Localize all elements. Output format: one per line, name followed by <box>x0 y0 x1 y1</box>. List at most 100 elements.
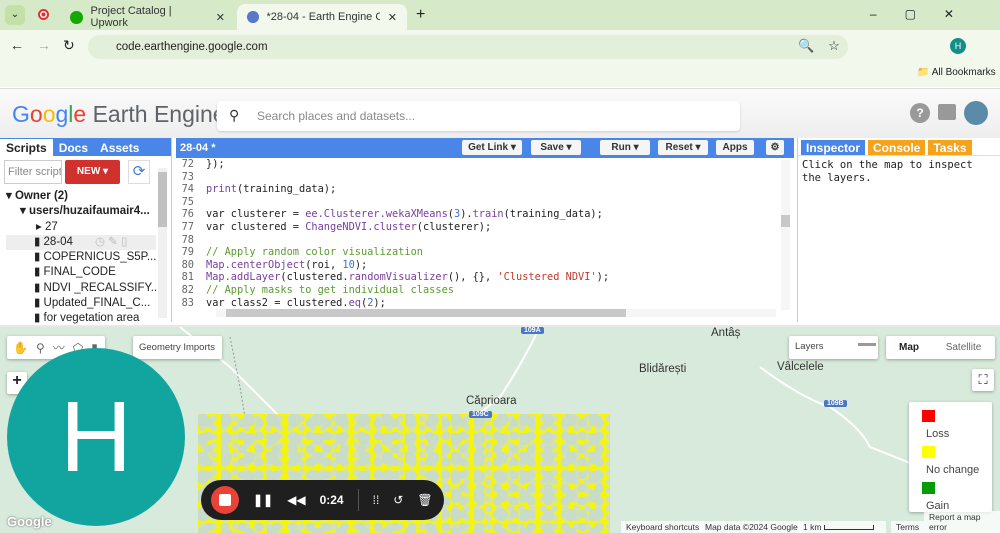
script-label: FINAL_CODE <box>43 266 116 279</box>
close-icon[interactable]: ✕ <box>388 11 397 24</box>
save-label: Save <box>540 142 564 153</box>
tab-upwork[interactable]: Project Catalog | Upwork ✕ <box>60 4 235 30</box>
place-label: Vâlcelele <box>777 361 824 373</box>
code-line[interactable]: 79 // Apply random color visualization <box>176 246 781 259</box>
code-line[interactable]: 75 <box>176 196 781 209</box>
account-avatar[interactable] <box>964 101 988 125</box>
code-token: print <box>206 183 237 196</box>
run-button[interactable]: Run ▾ <box>600 140 650 155</box>
google-logo: Google <box>7 514 52 529</box>
code-line[interactable]: 81 Map.addLayer (clustered. randomVisualize… <box>176 271 781 284</box>
geometry-imports-button[interactable]: Geometry Imports <box>133 336 222 359</box>
forward-icon[interactable]: → <box>37 37 51 53</box>
search-input[interactable]: ⚲ Search places and datasets... <box>217 101 740 131</box>
code-line[interactable]: 77 var clustered = ChangeNDVI.cluster (clu… <box>176 221 781 234</box>
save-button[interactable]: Save ▾ <box>531 140 581 155</box>
new-tab-button[interactable]: + <box>416 6 425 24</box>
keyboard-shortcuts-link[interactable]: Keyboard shortcuts <box>621 521 705 533</box>
line-number: 76 <box>181 208 194 221</box>
terms-link[interactable]: Terms <box>891 521 925 533</box>
tab-console[interactable]: Console <box>868 140 926 155</box>
url-field[interactable]: code.earthengine.google.com <box>88 35 848 59</box>
tab-tasks[interactable]: Tasks <box>928 140 972 155</box>
earth-engine-icon <box>247 11 259 23</box>
code-token: (), {}, <box>447 271 498 284</box>
code-line[interactable]: 83 var class2 = clustered. eq(2); <box>176 297 781 308</box>
code-line[interactable]: 72}); <box>176 158 781 171</box>
legend-label: Loss <box>926 428 950 440</box>
tree-folder[interactable]: ▸ 27 <box>6 220 156 235</box>
address-bar-area: ← → ↻ code.earthengine.google.com 🔍☆ H 📁… <box>0 30 1000 87</box>
horizontal-scrollbar[interactable] <box>216 309 776 317</box>
get-link-button[interactable]: Get Link ▾ <box>462 140 522 155</box>
gear-icon[interactable]: ⚙ <box>766 140 784 155</box>
layers-control[interactable]: Layers <box>789 336 878 359</box>
code-token: Map.addLayer <box>206 271 281 284</box>
fullscreen-icon[interactable]: ⛶ <box>972 369 994 391</box>
scrollbar[interactable] <box>158 168 167 318</box>
tab-inspector[interactable]: Inspector <box>801 140 866 155</box>
profile-avatar[interactable]: H <box>950 38 966 54</box>
report-map-error-link[interactable]: Report a map error <box>924 511 1000 533</box>
filter-scripts-input[interactable]: Filter scripts <box>4 160 62 184</box>
recording-toolbar: ❚❚ ◀◀ 0:24 ⁞⁞ ↺ 🗑 <box>201 480 444 520</box>
code-token: eq <box>348 296 361 308</box>
tree-script[interactable]: ▮ NDVI _RECALSSIFY... <box>6 281 156 296</box>
tab-scripts[interactable]: Scripts <box>0 139 53 156</box>
grid-icon[interactable]: ⁞⁞ <box>373 493 380 507</box>
apps-button[interactable]: Apps <box>716 140 754 155</box>
tree-script[interactable]: ▮ Updated_FINAL_C... <box>6 296 156 311</box>
help-icon[interactable]: ? <box>910 103 930 123</box>
code-token: var class2 = clustered. <box>206 296 349 308</box>
layers-slider[interactable] <box>858 343 876 346</box>
window-controls[interactable]: –▢✕ <box>870 7 982 21</box>
vertical-scrollbar[interactable] <box>781 160 790 310</box>
code-line[interactable]: 78 <box>176 234 781 247</box>
tree-script[interactable]: ▮ FINAL_CODE <box>6 265 156 280</box>
close-icon[interactable]: ✕ <box>216 11 225 24</box>
tree-script-selected[interactable]: ▮ 28-04 ◷ ✎ ▯ <box>6 234 156 251</box>
reload-icon[interactable]: ↻ <box>63 37 75 54</box>
rewind-icon[interactable]: ◀◀ <box>287 493 305 507</box>
tab-title: *28-04 - Earth Engine Code Edi <box>266 11 380 23</box>
hand-icon[interactable]: ✋ <box>13 341 28 355</box>
script-label: 28-04 <box>43 235 73 248</box>
back-icon[interactable]: ← <box>10 37 24 53</box>
map-type-control: Map Satellite <box>886 336 995 359</box>
code-line[interactable]: 73 <box>176 171 781 184</box>
marker-icon[interactable]: ⚲ <box>36 341 45 355</box>
toolbar-icons[interactable]: 🔍☆ <box>798 38 854 54</box>
code-line[interactable]: 82 // Apply masks to get individual class… <box>176 284 781 297</box>
reset-button[interactable]: Reset ▾ <box>658 140 708 155</box>
scale-bar[interactable]: 1 km <box>798 521 886 533</box>
folder-label: 27 <box>44 220 58 233</box>
stop-recording-button[interactable] <box>211 486 239 514</box>
pause-icon[interactable]: ❚❚ <box>253 493 273 507</box>
tree-script[interactable]: ▮ COPERNICUS_S5P... <box>6 250 156 265</box>
tab-docs[interactable]: Docs <box>53 139 94 156</box>
line-number: 83 <box>181 296 194 308</box>
tree-user[interactable]: ▾ users/huzaifaumair4... <box>6 204 156 219</box>
map-type-satellite[interactable]: Satellite <box>932 342 995 353</box>
code-token: 'Clustered NDVI' <box>497 271 597 284</box>
new-script-button[interactable]: NEW ▾ <box>65 160 120 184</box>
restart-icon[interactable]: ↺ <box>393 493 403 507</box>
code-line[interactable]: 74 print (training_data); <box>176 183 781 196</box>
tab-assets[interactable]: Assets <box>94 139 145 156</box>
code-lines[interactable]: 72}); 73 74 print (training_data); 75 76 var cl… <box>176 158 781 308</box>
trash-icon[interactable]: 🗑 <box>417 493 432 507</box>
all-bookmarks[interactable]: 📁 All Bookmarks <box>917 67 996 78</box>
tab-earth-engine[interactable]: *28-04 - Earth Engine Code Edi ✕ <box>237 4 407 30</box>
record-icon <box>38 9 49 20</box>
map-type-map[interactable]: Map <box>886 342 932 353</box>
refresh-icon[interactable]: ⟳ <box>128 160 150 184</box>
legend-swatch <box>922 410 935 422</box>
code-line[interactable]: 76 var clusterer = ee.Clusterer.wekaXMean… <box>176 208 781 221</box>
script-actions-icons[interactable]: ◷ ✎ ▯ <box>95 236 127 248</box>
tab-search-button[interactable]: ⌄ <box>5 5 25 25</box>
tree-owner[interactable]: ▾ Owner (2) <box>6 189 156 204</box>
code-line[interactable]: 80 Map.centerObject (roi, 10); <box>176 259 781 272</box>
feedback-icon[interactable] <box>938 104 956 120</box>
code-token: (clustered. <box>280 271 349 284</box>
webcam-avatar: H <box>7 348 185 526</box>
